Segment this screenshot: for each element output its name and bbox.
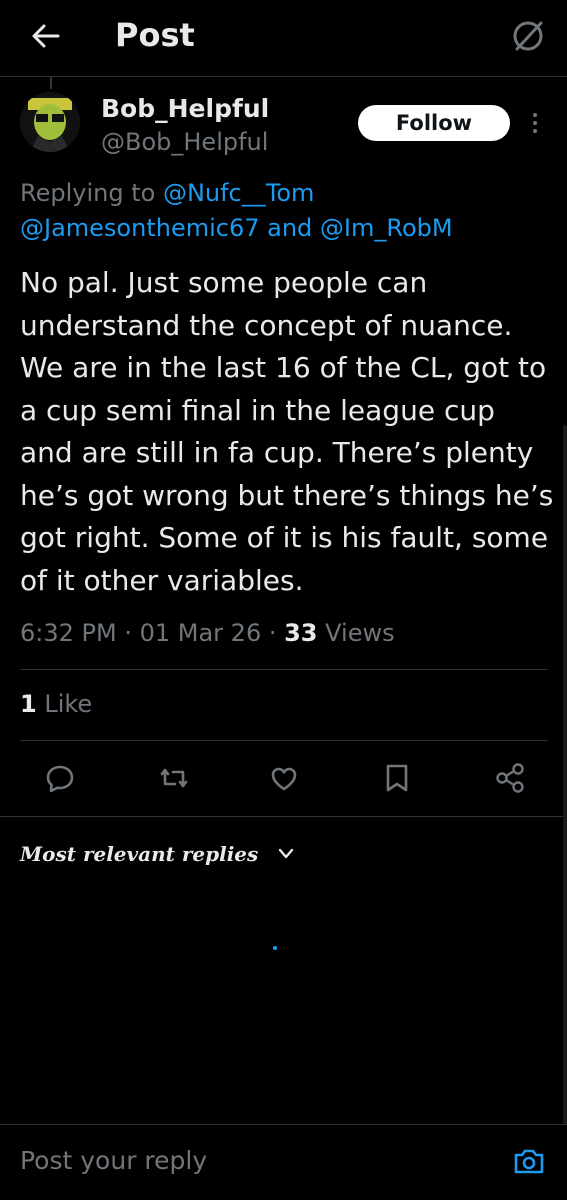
- reply-input[interactable]: Post your reply: [20, 1146, 480, 1175]
- views-label: Views: [317, 619, 395, 647]
- grok-icon[interactable]: [508, 16, 548, 56]
- divider: [0, 816, 567, 817]
- post-text: No pal. Just some people can understand …: [20, 266, 554, 597]
- views-count: 33: [284, 619, 318, 647]
- share-icon[interactable]: [490, 758, 530, 798]
- replying-prefix: Replying to: [20, 179, 163, 207]
- reply-icon[interactable]: [40, 758, 80, 798]
- loading-indicator: [273, 946, 277, 950]
- post-meta: 6:32 PM · 01 Mar 26 · 33 Views: [20, 619, 395, 647]
- camera-icon[interactable]: [513, 1146, 545, 1176]
- back-arrow-icon[interactable]: [28, 18, 64, 54]
- follow-button[interactable]: Follow: [358, 105, 510, 141]
- mention-link[interactable]: @Im_RobM: [320, 214, 453, 242]
- meta-separator: ·: [261, 619, 285, 647]
- page-title: Post: [115, 16, 195, 54]
- replies-sort-label[interactable]: Most relevant replies: [20, 842, 258, 866]
- thread-connector: [50, 77, 52, 89]
- like-icon[interactable]: [264, 758, 304, 798]
- likes-summary[interactable]: 1 Like: [20, 690, 92, 718]
- meta-separator: ·: [116, 619, 140, 647]
- more-options-icon[interactable]: [528, 110, 542, 136]
- mention-link[interactable]: @Jamesonthemic67: [20, 214, 260, 242]
- bookmark-icon[interactable]: [377, 758, 417, 798]
- post-date: 01 Mar 26: [139, 619, 262, 647]
- divider: [20, 669, 548, 670]
- replying-and: and: [259, 214, 320, 242]
- mention-link[interactable]: @Nufc__Tom: [163, 179, 314, 207]
- divider: [0, 1124, 567, 1125]
- scrollbar[interactable]: [563, 425, 567, 1125]
- avatar[interactable]: [20, 92, 80, 152]
- top-bar: Post: [0, 0, 567, 77]
- likes-label: Like: [36, 690, 93, 718]
- repost-icon[interactable]: [154, 758, 194, 798]
- chevron-down-icon[interactable]: [276, 846, 296, 862]
- replying-to: Replying to @Nufc__Tom @Jamesonthemic67 a…: [20, 176, 550, 246]
- author-handle[interactable]: @Bob_Helpful: [101, 128, 268, 156]
- author-display-name[interactable]: Bob_Helpful: [101, 94, 269, 123]
- divider: [20, 740, 548, 741]
- likes-count: 1: [20, 690, 37, 718]
- post-time: 6:32 PM: [20, 619, 117, 647]
